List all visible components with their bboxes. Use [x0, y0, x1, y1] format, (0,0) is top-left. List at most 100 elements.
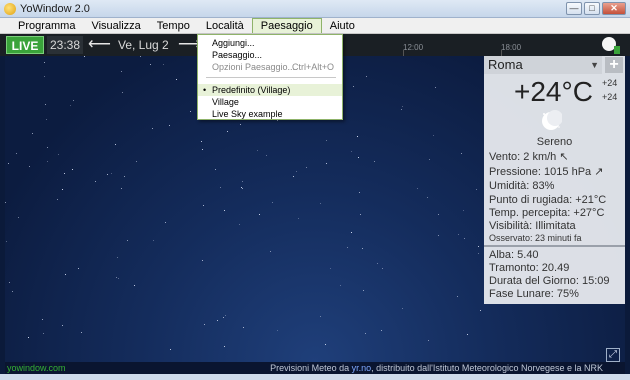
star [382, 268, 383, 269]
dd-item-live-sky[interactable]: Live Sky example [198, 108, 342, 120]
detail-label: Umidità: [489, 180, 530, 192]
star [202, 149, 203, 150]
star [72, 169, 73, 170]
menu-aiuto[interactable]: Aiuto [322, 18, 363, 33]
star [47, 161, 48, 162]
minimize-button[interactable]: — [566, 2, 582, 15]
star [320, 203, 321, 204]
star [293, 176, 294, 177]
star [107, 174, 108, 175]
star [458, 234, 459, 235]
dd-item-predefinito[interactable]: • Predefinito (Village) [198, 84, 342, 96]
star [347, 247, 348, 248]
detail-value: +27°C [573, 207, 605, 219]
star [203, 205, 204, 206]
close-button[interactable]: ✕ [602, 2, 626, 15]
star [170, 349, 171, 350]
star [478, 253, 479, 254]
date-label: Ve, Lug 2 [118, 38, 169, 52]
star [353, 86, 354, 87]
star [202, 260, 203, 261]
star [223, 317, 224, 318]
star [277, 120, 278, 121]
app-icon [4, 3, 16, 15]
star [242, 181, 243, 182]
star [32, 133, 33, 134]
star [476, 189, 477, 190]
menu-bar: Programma Visualizza Tempo Località Paes… [0, 18, 630, 34]
star [5, 202, 6, 203]
star [365, 333, 366, 334]
detail-value: 83% [532, 180, 555, 192]
menu-paesaggio[interactable]: Paesaggio [251, 18, 322, 33]
astro-value: 5.40 [517, 249, 539, 261]
star [44, 62, 45, 63]
star [417, 188, 418, 189]
star [243, 327, 244, 328]
temp-high: +24 [602, 78, 618, 88]
live-button[interactable]: LIVE [6, 36, 44, 54]
star [377, 263, 378, 264]
star [47, 147, 48, 148]
star [204, 324, 205, 325]
detail-label: Pressione: [489, 166, 541, 178]
star [201, 141, 202, 142]
maximize-button[interactable]: □ [584, 2, 600, 15]
dd-item-aggiungi[interactable]: Aggiungi... [198, 37, 342, 49]
add-location-button[interactable]: + [605, 57, 623, 73]
star [165, 222, 166, 223]
star [95, 181, 96, 182]
star [467, 334, 468, 335]
prev-day-arrow-icon[interactable]: ⟵ [88, 35, 111, 55]
detail-label: Visibilità: [489, 220, 533, 232]
menu-visualizza[interactable]: Visualizza [83, 18, 148, 33]
status-bar: yowindow.com Previsioni Meteo da yr.no, … [5, 362, 625, 374]
star [62, 189, 63, 190]
menu-programma[interactable]: Programma [10, 18, 83, 33]
dd-shortcut: Ctrl+Alt+O [291, 62, 334, 72]
yowindow-link[interactable]: yowindow.com [7, 362, 66, 374]
dd-item-village[interactable]: Village [198, 96, 342, 108]
star [163, 64, 164, 65]
star [239, 224, 240, 225]
yr-link[interactable]: yr.no [352, 363, 372, 373]
dd-item-opzioni: Opzioni Paesaggio... Ctrl+Alt+O [198, 61, 342, 73]
title-bar: YoWindow 2.0 — □ ✕ [0, 0, 630, 18]
detail-label: Temp. percepita: [489, 207, 571, 219]
star [320, 316, 321, 317]
star [220, 187, 221, 188]
star [6, 241, 7, 242]
astro-sunset: Tramonto: 20.49 [489, 262, 569, 274]
star [351, 151, 352, 152]
city-select[interactable]: Roma [484, 56, 602, 74]
dd-item-label: Aggiungi... [212, 38, 255, 48]
star [152, 128, 153, 129]
current-temperature: +24°C [514, 76, 593, 107]
detail-value: 2 km/h [523, 151, 557, 163]
star [402, 106, 403, 107]
astro-day-length: Durata del Giorno: 15:09 [489, 275, 609, 287]
detail-value: 1015 hPa [544, 166, 592, 178]
star [225, 315, 226, 316]
star [463, 210, 464, 211]
star [429, 159, 430, 160]
window-title: YoWindow 2.0 [20, 3, 90, 15]
star [18, 217, 19, 218]
star [16, 153, 17, 154]
star [111, 173, 112, 174]
star [65, 274, 66, 275]
dd-item-paesaggio[interactable]: Paesaggio... [198, 49, 342, 61]
star [438, 214, 439, 215]
star [124, 176, 125, 177]
menu-tempo[interactable]: Tempo [149, 18, 198, 33]
star [62, 325, 63, 326]
menu-localita[interactable]: Località [198, 18, 252, 33]
star [277, 330, 278, 331]
fullscreen-icon[interactable]: ⤢ [606, 348, 620, 362]
timeline-tick: 12:00 [403, 43, 424, 52]
chevron-down-icon[interactable]: ▼ [590, 60, 599, 70]
astro-label: Tramonto: [489, 262, 539, 274]
star [240, 124, 241, 125]
star [44, 76, 45, 77]
selected-bullet-icon: • [203, 85, 207, 95]
